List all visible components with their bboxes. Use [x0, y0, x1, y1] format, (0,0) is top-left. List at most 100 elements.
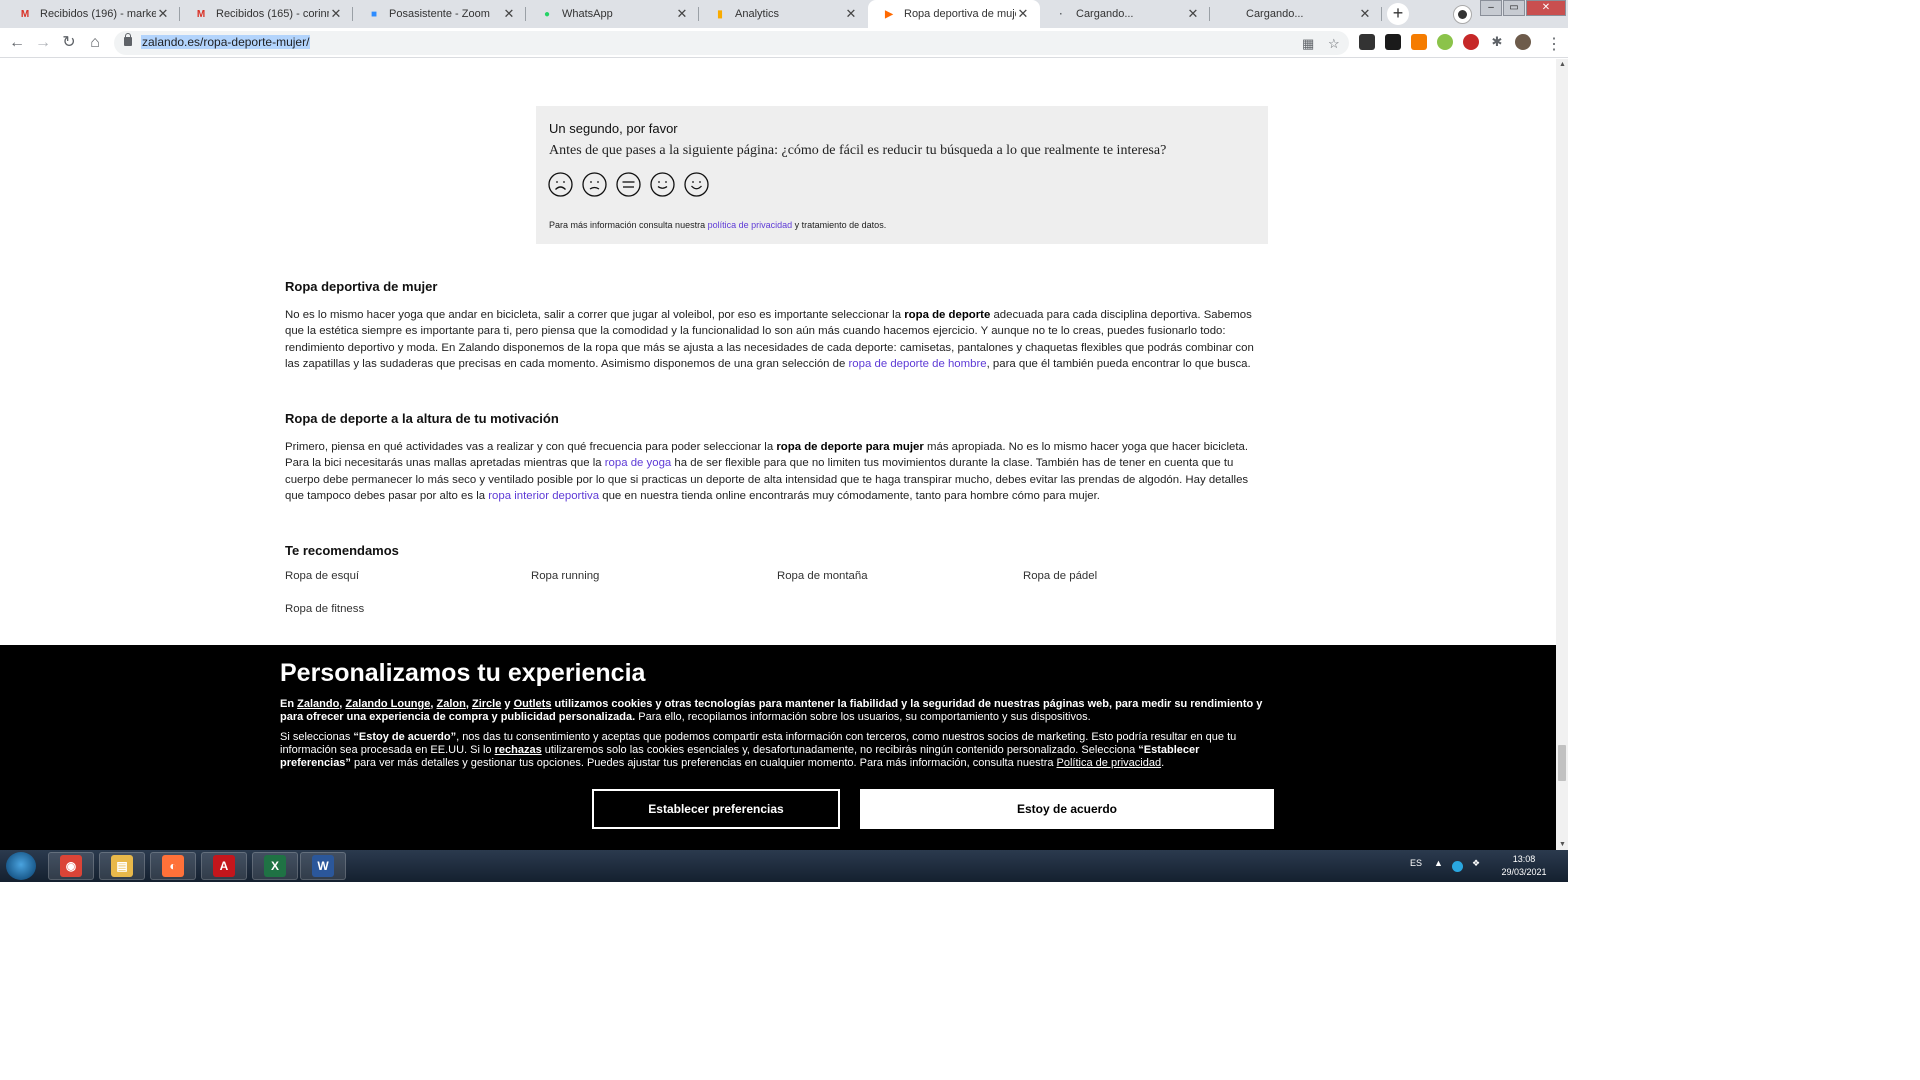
- rating-face-sad-icon[interactable]: [582, 172, 607, 197]
- new-tab-button[interactable]: +: [1387, 3, 1409, 25]
- cookie-consent-banner: Personalizamos tu experiencia En Zalando…: [0, 645, 1556, 850]
- survey-privacy-note: Para más información consulta nuestra po…: [549, 220, 886, 230]
- dropbox-tray-icon[interactable]: ❖: [1472, 858, 1480, 869]
- taskbar-app-button[interactable]: A: [201, 852, 247, 880]
- text: No es lo mismo hacer yoga que andar en b…: [285, 309, 905, 321]
- extension-buffer-icon[interactable]: [1385, 34, 1401, 50]
- close-window-button[interactable]: ✕: [1526, 0, 1566, 16]
- brand-link-zalon[interactable]: Zalon: [437, 698, 466, 710]
- bold-keyword: ropa de deporte: [904, 309, 991, 321]
- brand-link-zalando-lounge[interactable]: Zalando Lounge: [345, 698, 430, 710]
- tab-close-icon[interactable]: ✕: [844, 6, 858, 22]
- browser-tab[interactable]: Cargando... ✕: [1210, 0, 1382, 28]
- language-indicator[interactable]: ES: [1410, 858, 1422, 868]
- gmail-icon: M: [20, 8, 30, 20]
- reject-link[interactable]: rechazas: [495, 744, 542, 756]
- browser-tab[interactable]: ▶ Ropa deportiva de mujer | C✕: [868, 0, 1040, 28]
- tab-close-icon[interactable]: ✕: [502, 6, 516, 22]
- browser-tab[interactable]: · Cargando... ✕: [1040, 0, 1210, 28]
- tab-close-icon[interactable]: ✕: [1186, 6, 1200, 22]
- tab-close-icon[interactable]: ✕: [675, 6, 689, 22]
- forward-button[interactable]: →: [32, 32, 54, 54]
- tray-expand-icon[interactable]: ▲: [1434, 858, 1443, 868]
- brand-link-zalando[interactable]: Zalando: [297, 698, 339, 710]
- back-button[interactable]: ←: [6, 32, 28, 54]
- browser-menu-icon[interactable]: ⋮: [1546, 34, 1562, 54]
- rating-face-happy-icon[interactable]: [650, 172, 675, 197]
- privacy-policy-link[interactable]: política de privacidad: [708, 220, 793, 230]
- taskbar-app-button[interactable]: ▤: [99, 852, 145, 880]
- tab-title: Recibidos (165) - corinneca: [216, 8, 329, 20]
- link-ropa-deporte-hombre[interactable]: ropa de deporte de hombre: [849, 358, 987, 370]
- extension-news-icon[interactable]: [1359, 34, 1375, 50]
- section-heading-ropa-deportiva: Ropa deportiva de mujer: [285, 279, 438, 294]
- recommend-link[interactable]: Ropa de esquí: [285, 570, 359, 582]
- maximize-button[interactable]: ▭: [1503, 0, 1525, 16]
- brand-link-zircle[interactable]: Zircle: [472, 698, 501, 710]
- extension-shop-icon[interactable]: [1411, 34, 1427, 50]
- home-button[interactable]: ⌂: [84, 32, 106, 54]
- recommend-link[interactable]: Ropa de pádel: [1023, 570, 1097, 582]
- browser-tab[interactable]: M Recibidos (165) - corinneca✕: [180, 0, 353, 28]
- section-paragraph-1: No es lo mismo hacer yoga que andar en b…: [285, 307, 1270, 373]
- browser-toolbar: ← → ↻ ⌂ zalando.es/ropa-deporte-mujer/ ▦…: [0, 28, 1568, 58]
- system-clock[interactable]: 13:08 29/03/2021: [1494, 853, 1554, 879]
- set-preferences-button[interactable]: Establecer preferencias: [592, 789, 840, 829]
- rating-face-very-sad-icon[interactable]: [548, 172, 573, 197]
- tab-search-icon[interactable]: [1453, 5, 1472, 24]
- link-ropa-yoga[interactable]: ropa de yoga: [605, 457, 672, 469]
- accept-cookies-button[interactable]: Estoy de acuerdo: [860, 789, 1274, 829]
- rating-face-very-happy-icon[interactable]: [684, 172, 709, 197]
- rating-face-neutral-icon[interactable]: [616, 172, 641, 197]
- recommend-heading: Te recomendamos: [285, 543, 399, 558]
- taskbar-app-button[interactable]: ◐: [150, 852, 196, 880]
- privacy-policy-link[interactable]: Política de privacidad: [1057, 757, 1162, 769]
- recommend-link[interactable]: Ropa running: [531, 570, 599, 582]
- tab-close-icon[interactable]: ✕: [156, 6, 170, 22]
- text: Primero, piensa en qué actividades vas a…: [285, 441, 777, 453]
- browser-tab[interactable]: ■ Posasistente - Zoom ✕: [353, 0, 526, 28]
- windows-taskbar: ◉ ▤ ◐ A X W ES ▲ ❖ 13:08 29/03/2021: [0, 850, 1568, 882]
- tab-close-icon[interactable]: ✕: [1016, 6, 1030, 22]
- minimize-button[interactable]: –: [1480, 0, 1502, 16]
- section-paragraph-2: Primero, piensa en qué actividades vas a…: [285, 439, 1270, 505]
- brand-link-outlets[interactable]: Outlets: [514, 698, 552, 710]
- profile-avatar[interactable]: [1515, 34, 1531, 50]
- text: En: [280, 698, 298, 710]
- text: utilizaremos solo las cookies esenciales…: [541, 744, 1139, 756]
- browser-tab[interactable]: ● WhatsApp ✕: [526, 0, 699, 28]
- extensions-puzzle-icon[interactable]: ✱: [1489, 34, 1505, 50]
- tab-close-icon[interactable]: ✕: [1358, 6, 1372, 22]
- scroll-up-arrow-icon[interactable]: ▲: [1559, 61, 1566, 68]
- taskbar-app-button[interactable]: X: [252, 852, 298, 880]
- skype-tray-icon[interactable]: [1452, 861, 1463, 872]
- url-text[interactable]: zalando.es/ropa-deporte-mujer/: [141, 35, 311, 49]
- qr-code-icon[interactable]: ▦: [1302, 36, 1314, 52]
- start-button[interactable]: [6, 852, 36, 880]
- tab-separator: [1381, 7, 1382, 21]
- link-ropa-interior-deportiva[interactable]: ropa interior deportiva: [488, 490, 599, 502]
- tab-title: Analytics: [735, 8, 780, 20]
- tab-title: WhatsApp: [562, 8, 613, 20]
- zoom-icon: ■: [370, 8, 378, 20]
- cookie-text-2: Si seleccionas “Estoy de acuerdo”, nos d…: [280, 731, 1270, 770]
- text: , para que él también pueda encontrar lo…: [986, 358, 1251, 371]
- tab-close-icon[interactable]: ✕: [329, 6, 343, 22]
- browser-tab[interactable]: ▮ Analytics ✕: [699, 0, 868, 28]
- vertical-scrollbar[interactable]: ▲ ▼: [1556, 59, 1568, 850]
- taskbar-app-button[interactable]: ◉: [48, 852, 94, 880]
- page-viewport: Un segundo, por favor Antes de que pases…: [0, 59, 1556, 850]
- extension-red-icon[interactable]: [1463, 34, 1479, 50]
- taskbar-app-button[interactable]: W: [300, 852, 346, 880]
- zalando-icon: ▶: [885, 8, 893, 20]
- scrollbar-thumb[interactable]: [1558, 745, 1566, 781]
- bookmark-star-icon[interactable]: ☆: [1328, 36, 1340, 52]
- gmail-icon: M: [196, 8, 206, 20]
- recommend-link[interactable]: Ropa de montaña: [777, 570, 868, 582]
- scroll-down-arrow-icon[interactable]: ▼: [1559, 841, 1566, 848]
- extension-globe-icon[interactable]: [1437, 34, 1453, 50]
- address-bar[interactable]: zalando.es/ropa-deporte-mujer/ ▦ ☆: [114, 31, 1349, 55]
- recommend-link[interactable]: Ropa de fitness: [285, 603, 364, 615]
- browser-tab[interactable]: M Recibidos (196) - market.in✕: [4, 0, 180, 28]
- reload-button[interactable]: ↻: [58, 32, 80, 54]
